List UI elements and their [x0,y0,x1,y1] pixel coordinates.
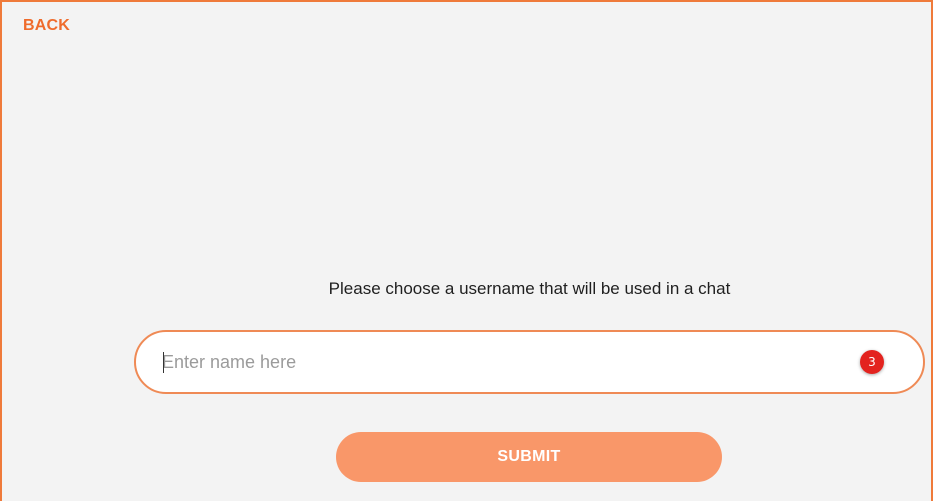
back-link[interactable]: BACK [23,17,70,35]
submit-button[interactable]: SUBMIT [336,432,722,482]
username-prompt-container: Please choose a username that will be us… [2,279,933,299]
notification-count-badge[interactable]: 3 [860,350,884,374]
app-frame: BACK Please choose a username that will … [0,0,933,501]
username-prompt: Please choose a username that will be us… [328,279,731,298]
username-input[interactable] [162,332,842,392]
text-caret [163,352,164,373]
username-field[interactable]: 3 [134,330,925,394]
